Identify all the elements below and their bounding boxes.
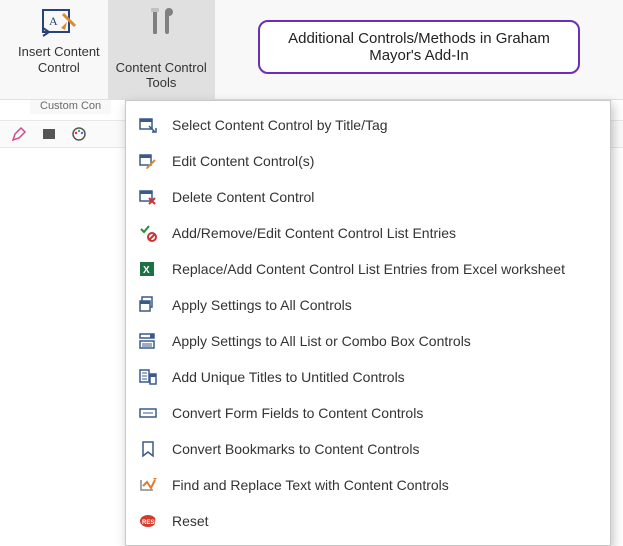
menu-label: Edit Content Control(s) (172, 153, 314, 169)
menu-apply-all[interactable]: Apply Settings to All Controls (126, 287, 610, 323)
apply-list-combo-icon (138, 331, 158, 351)
insert-content-control-icon: A (41, 6, 77, 40)
menu-convert-bookmarks[interactable]: Convert Bookmarks to Content Controls (126, 431, 610, 467)
edit-controls-icon (138, 151, 158, 171)
menu-label: Add Unique Titles to Untitled Controls (172, 369, 405, 385)
menu-list-entries[interactable]: Add/Remove/Edit Content Control List Ent… (126, 215, 610, 251)
callout-text: Additional Controls/Methods in Graham Ma… (268, 30, 570, 64)
menu-label: Select Content Control by Title/Tag (172, 117, 388, 133)
select-by-title-icon (138, 115, 158, 135)
svg-text:RESET: RESET (142, 520, 157, 526)
content-control-tools-label: Content Control Tools ⌄ (116, 44, 207, 107)
content-control-tools-button[interactable]: Content Control Tools ⌄ (108, 0, 215, 99)
menu-label: Apply Settings to All List or Combo Box … (172, 333, 471, 349)
insert-content-control-button[interactable]: A Insert Content Control (10, 0, 108, 99)
menu-select-by-title[interactable]: Select Content Control by Title/Tag (126, 107, 610, 143)
menu-find-replace[interactable]: Find and Replace Text with Content Contr… (126, 467, 610, 503)
ribbon-group-caption: Custom Con (30, 100, 111, 114)
menu-reset[interactable]: RESET Reset (126, 503, 610, 539)
menu-delete-control[interactable]: Delete Content Control (126, 179, 610, 215)
delete-control-icon (138, 187, 158, 207)
apply-all-icon (138, 295, 158, 315)
insert-content-control-label: Insert Content Control (18, 44, 100, 75)
reset-icon: RESET (138, 511, 158, 531)
menu-label: Delete Content Control (172, 189, 314, 205)
list-entries-icon (138, 223, 158, 243)
palette-icon[interactable] (70, 125, 88, 143)
menu-label: Add/Remove/Edit Content Control List Ent… (172, 225, 456, 241)
menu-label: Convert Bookmarks to Content Controls (172, 441, 419, 457)
unique-titles-icon (138, 367, 158, 387)
find-replace-icon (138, 475, 158, 495)
menu-label: Convert Form Fields to Content Controls (172, 405, 423, 421)
bookmark-icon (138, 439, 158, 459)
svg-text:X: X (143, 265, 150, 276)
menu-label: Reset (172, 513, 209, 529)
menu-convert-form[interactable]: Convert Form Fields to Content Controls (126, 395, 610, 431)
menu-unique-titles[interactable]: Add Unique Titles to Untitled Controls (126, 359, 610, 395)
content-control-tools-icon (143, 6, 179, 40)
menu-apply-list-combo[interactable]: Apply Settings to All List or Combo Box … (126, 323, 610, 359)
pen-icon[interactable] (10, 125, 28, 143)
menu-label: Apply Settings to All Controls (172, 297, 352, 313)
callout-annotation: Additional Controls/Methods in Graham Ma… (258, 20, 580, 74)
content-control-tools-menu: Select Content Control by Title/Tag Edit… (125, 100, 611, 546)
menu-replace-excel[interactable]: X Replace/Add Content Control List Entri… (126, 251, 610, 287)
menu-label: Find and Replace Text with Content Contr… (172, 477, 449, 493)
excel-icon: X (138, 259, 158, 279)
menu-edit-controls[interactable]: Edit Content Control(s) (126, 143, 610, 179)
menu-label: Replace/Add Content Control List Entries… (172, 261, 565, 277)
fill-icon[interactable] (40, 125, 58, 143)
convert-form-icon (138, 403, 158, 423)
svg-text:A: A (49, 14, 58, 28)
